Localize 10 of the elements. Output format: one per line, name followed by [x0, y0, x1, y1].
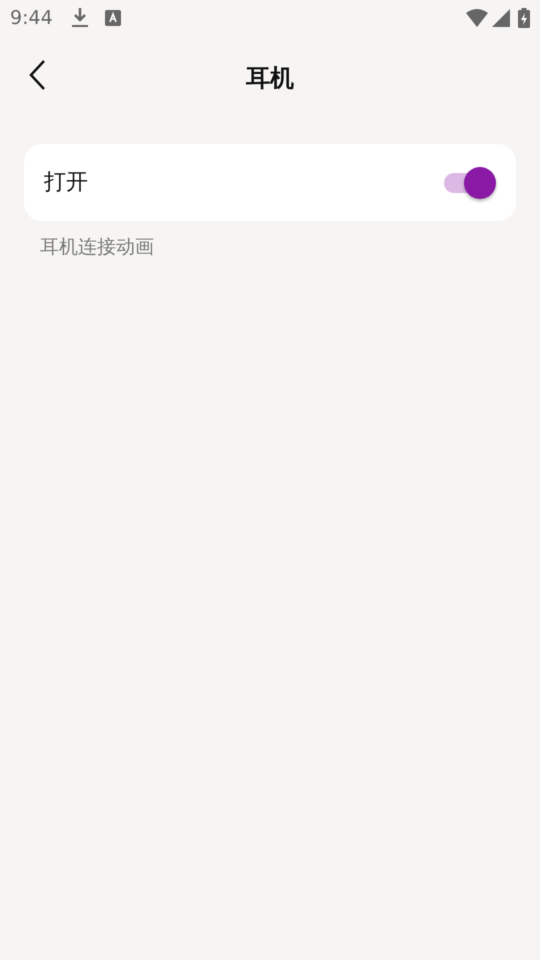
keyboard-app-icon: [104, 10, 121, 26]
wifi-icon: [466, 9, 488, 27]
toggle-switch[interactable]: [442, 166, 496, 200]
signal-icon: [492, 9, 510, 27]
setting-label: 打开: [44, 169, 88, 197]
download-icon: [70, 7, 89, 29]
battery-icon: [518, 8, 530, 28]
status-time: 9:44: [10, 6, 53, 31]
page-title: 耳机: [246, 63, 294, 94]
setting-description: 耳机连接动画: [40, 235, 155, 260]
